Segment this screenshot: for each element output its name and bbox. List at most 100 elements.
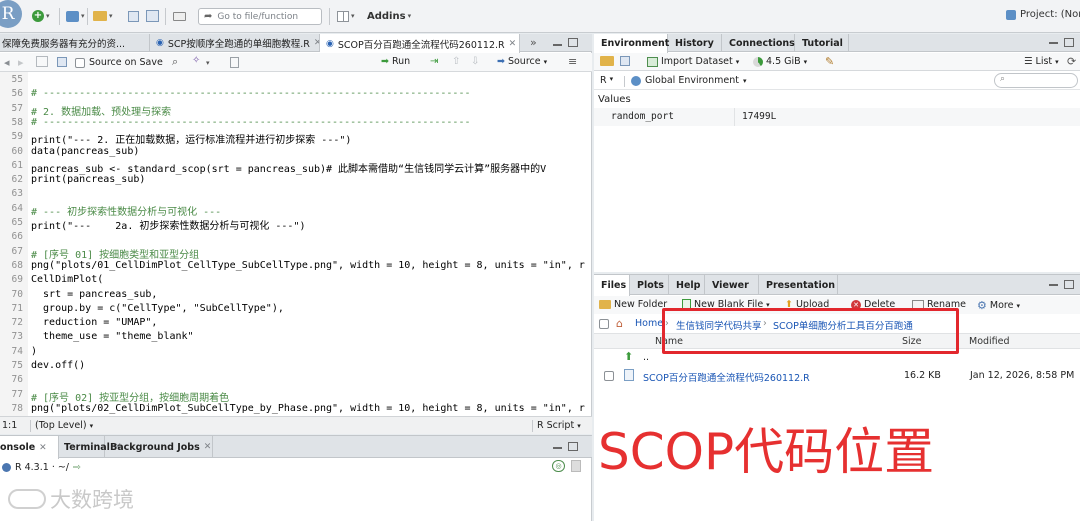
code-line[interactable]: print("--- 2a. 初步探索性数据分析与可视化 ---") <box>31 217 306 232</box>
layout-button[interactable]: ▾ <box>337 8 355 24</box>
tab-overflow-icon[interactable]: » <box>530 36 537 49</box>
minimize-icon[interactable] <box>1049 42 1058 44</box>
editor-tab-1[interactable]: 保障免费服务器有充分的资... <box>0 34 150 52</box>
checkbox[interactable] <box>75 57 85 68</box>
file-row[interactable]: SCOP百分百跑通全流程代码260112.R 16.2 KB Jan 12, 2… <box>594 367 1080 385</box>
chevron-down-icon[interactable]: ▾ <box>206 59 210 67</box>
save-icon[interactable] <box>57 57 67 67</box>
code-line[interactable]: CellDimPlot( <box>31 274 103 285</box>
code-line[interactable]: # 2. 数据加载、预处理与探索 <box>31 103 171 118</box>
goto-directory-icon[interactable]: ⇨ <box>73 462 81 473</box>
tab-connections[interactable]: Connections <box>722 34 795 52</box>
code-line[interactable]: dev.off() <box>31 360 85 371</box>
goto-file-input[interactable]: ➦ Go to file/function <box>198 8 322 25</box>
source-on-save-toggle[interactable]: Source on Save <box>75 57 163 68</box>
env-row[interactable]: random_port 17499L <box>594 108 1080 126</box>
tab-tutorial[interactable]: Tutorial <box>795 34 849 52</box>
broom-icon[interactable]: ◎ <box>552 460 565 472</box>
wand-icon[interactable]: ✧ <box>192 55 200 66</box>
source-button[interactable]: ➡ Source ▾ <box>497 56 547 67</box>
file-name[interactable]: SCOP百分百跑通全流程代码260112.R <box>643 370 810 384</box>
tab-console[interactable]: onsole ✕ <box>0 436 59 459</box>
new-folder-button[interactable]: New Folder <box>599 299 667 310</box>
show-in-window-icon[interactable] <box>36 56 48 67</box>
editor-tab-3[interactable]: ◉ SCOP百分百跑通全流程代码260112.R ✕ <box>320 34 520 53</box>
memory-usage-button[interactable]: 4.5 GiB ▾ <box>753 56 807 67</box>
scope-picker[interactable]: (Top Level) ▾ <box>35 420 93 431</box>
load-workspace-icon[interactable] <box>600 56 614 66</box>
code-area[interactable]: 55 56 # ----------------------------------… <box>0 72 592 416</box>
column-modified[interactable]: Modified <box>969 336 1010 347</box>
tab-presentation[interactable]: Presentation <box>759 275 838 295</box>
breadcrumb-home[interactable]: Home <box>635 318 663 329</box>
tab-terminal[interactable]: Terminal ✕ <box>59 436 121 458</box>
new-project-button[interactable]: ▾ <box>66 8 85 24</box>
rerun-icon[interactable]: ⇥ <box>430 56 438 67</box>
tab-help[interactable]: Help <box>669 275 705 295</box>
print-button[interactable] <box>173 8 186 24</box>
down-arrow-icon[interactable]: ⇩ <box>471 56 479 67</box>
environment-picker[interactable]: Global Environment ▾ <box>631 75 747 86</box>
code-line[interactable]: # --------------------------------------… <box>31 117 471 128</box>
editor-tab-2[interactable]: ◉ SCP按顺序全跑通的单细胞教程.R ✕ <box>150 34 320 52</box>
search-icon[interactable]: ⌕ <box>172 55 178 69</box>
forward-arrow-icon[interactable]: ▸ <box>18 56 24 69</box>
back-arrow-icon[interactable]: ◂ <box>4 56 10 69</box>
code-line[interactable]: # --------------------------------------… <box>31 88 471 99</box>
code-line[interactable]: ) <box>31 346 37 357</box>
code-line[interactable]: png("plots/02_CellDimPlot_SubCellType_by… <box>31 403 585 414</box>
tab-viewer[interactable]: Viewer <box>705 275 759 295</box>
document-outline-icon[interactable] <box>230 57 239 68</box>
close-icon[interactable]: ✕ <box>204 442 212 452</box>
code-line[interactable]: print(pancreas_sub) <box>31 174 145 185</box>
clear-console-icon[interactable] <box>571 460 581 472</box>
view-mode-button[interactable]: ☰ List ▾ <box>1024 56 1059 67</box>
close-icon[interactable]: ✕ <box>39 443 47 453</box>
project-menu[interactable]: Project: (Nor <box>1006 9 1080 20</box>
close-icon[interactable]: ✕ <box>509 39 517 49</box>
refresh-icon[interactable]: ⟳ <box>1067 55 1076 68</box>
code-line[interactable]: # --- 初步探索性数据分析与可视化 --- <box>31 203 221 218</box>
broom-icon[interactable]: ✎ <box>825 55 834 68</box>
tab-environment[interactable]: Environment <box>594 34 669 53</box>
code-line[interactable]: srt = pancreas_sub, <box>31 289 157 300</box>
open-file-button[interactable]: ▾ <box>93 8 113 24</box>
save-workspace-icon[interactable] <box>620 56 630 66</box>
new-file-button[interactable]: + ▾ <box>32 8 50 24</box>
row-checkbox[interactable] <box>604 371 614 381</box>
code-line[interactable]: png("plots/01_CellDimPlot_CellType_SubCe… <box>31 260 585 271</box>
code-line[interactable]: data(pancreas_sub) <box>31 146 139 157</box>
language-picker[interactable]: R ▾ <box>600 75 613 86</box>
home-icon[interactable]: ⌂ <box>616 317 623 330</box>
tab-background-jobs[interactable]: Background Jobs ✕ <box>105 436 213 458</box>
more-label: More <box>989 300 1014 311</box>
code-line[interactable]: # [序号 01] 按细胞类型和亚型分组 <box>31 246 199 261</box>
tab-files[interactable]: Files <box>594 275 630 296</box>
up-arrow-icon[interactable]: ⇧ <box>452 56 460 67</box>
tab-history[interactable]: History <box>668 34 722 52</box>
minimize-icon[interactable] <box>553 44 562 46</box>
code-line[interactable]: # [序号 02] 按亚型分组，按细胞周期着色 <box>31 389 229 404</box>
run-button[interactable]: ➡ Run <box>381 56 410 67</box>
maximize-icon[interactable] <box>1064 280 1074 289</box>
tab-plots[interactable]: Plots <box>630 275 669 295</box>
minimize-icon[interactable] <box>1049 284 1058 286</box>
code-line[interactable]: reduction = "UMAP", <box>31 317 157 328</box>
env-search-input[interactable]: ⌕ <box>994 73 1078 88</box>
more-button[interactable]: ⚙ More ▾ <box>977 299 1020 312</box>
minimize-icon[interactable] <box>553 447 562 449</box>
maximize-icon[interactable] <box>1064 38 1074 47</box>
addins-menu[interactable]: Addins ▾ <box>367 8 411 24</box>
outline-menu-icon[interactable]: ≡ <box>568 55 577 68</box>
code-line[interactable]: theme_use = "theme_blank" <box>31 331 194 342</box>
save-all-button[interactable] <box>146 8 159 24</box>
maximize-icon[interactable] <box>568 38 578 47</box>
code-line[interactable]: group.by = c("CellType", "SubCellType"), <box>31 303 284 314</box>
file-type-picker[interactable]: R Script ▾ <box>537 420 581 431</box>
select-all-checkbox[interactable] <box>599 319 609 329</box>
import-dataset-button[interactable]: Import Dataset ▾ <box>647 56 739 67</box>
code-line[interactable]: print("--- 2. 正在加载数据，运行标准流程并进行初步探索 ---") <box>31 131 351 146</box>
maximize-icon[interactable] <box>568 442 578 451</box>
save-button[interactable] <box>128 8 139 24</box>
code-line[interactable]: pancreas_sub <- standard_scop(srt = panc… <box>31 160 546 175</box>
